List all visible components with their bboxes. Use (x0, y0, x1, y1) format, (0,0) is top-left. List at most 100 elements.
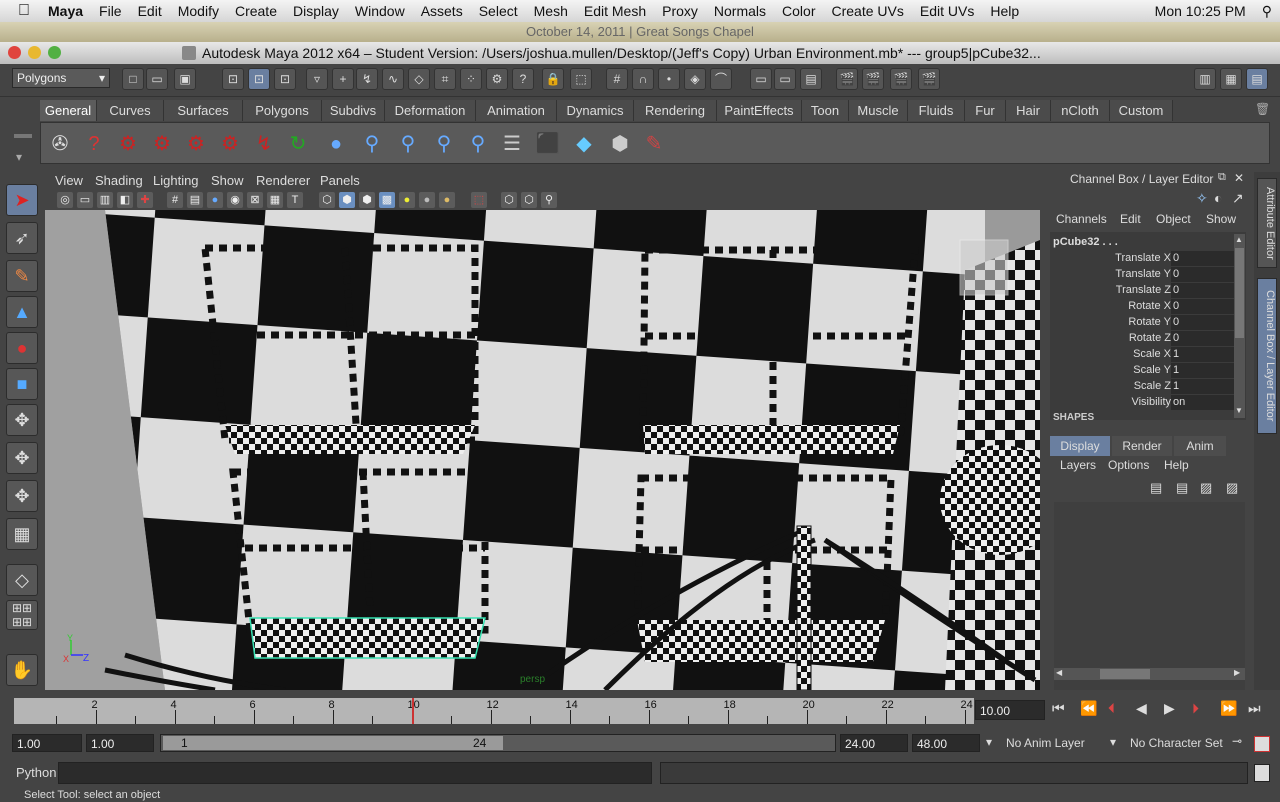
attr-scale-y[interactable]: Scale Y1 (1055, 363, 1237, 379)
new-layer-from-selected-icon[interactable]: ▨ (1226, 480, 1238, 496)
shelf-tab-muscle[interactable]: Muscle (849, 100, 908, 121)
shelf-tab-fluids[interactable]: Fluids (908, 100, 965, 121)
lasso-tool-icon[interactable]: ➶ (6, 222, 38, 254)
outliner-icon[interactable]: ☰ (497, 129, 527, 159)
trash-icon[interactable]: 🗑 (1255, 102, 1270, 118)
safe-title-icon[interactable]: T (287, 192, 303, 208)
mental-ray-icon[interactable]: ⚙ (113, 129, 143, 159)
script-language-toggle[interactable]: Python (16, 765, 56, 780)
minimize-window-button[interactable] (28, 46, 41, 59)
shelf-tab-painteffects[interactable]: PaintEffects (717, 100, 802, 121)
shelf-tab-polygons[interactable]: Polygons (243, 100, 322, 121)
anim-layer-label[interactable]: No Anim Layer (1006, 736, 1085, 750)
menu-select[interactable]: Select (471, 3, 526, 19)
ik-handle-icon[interactable]: ⚲ (393, 129, 423, 159)
construction-history-icon[interactable]: ▤ (800, 68, 822, 90)
high-quality-icon[interactable]: ● (439, 192, 455, 208)
center-pivot-icon[interactable]: ⬢ (605, 129, 635, 159)
tab-attribute-editor[interactable]: Attribute Editor (1257, 178, 1277, 268)
scroll-thumb[interactable] (1235, 248, 1244, 338)
viewport-menu-show[interactable]: Show (211, 173, 244, 188)
layers-menu[interactable]: Layers (1060, 458, 1096, 472)
sphere-icon[interactable]: ● (321, 129, 351, 159)
attr-rotate-z[interactable]: Rotate Z0 (1055, 331, 1237, 347)
command-input[interactable] (58, 762, 652, 784)
smooth-shade-icon[interactable]: ⬢ (339, 192, 355, 208)
snap-to-points-icon[interactable]: • (658, 68, 680, 90)
preferences-icon[interactable] (1254, 736, 1270, 752)
select-misc-icon[interactable]: ? (512, 68, 534, 90)
shelf-tab-curves[interactable]: Curves (97, 100, 164, 121)
manipulator-options-icon[interactable]: ✧ (1196, 190, 1208, 207)
xray-components-icon[interactable]: ⚲ (541, 192, 557, 208)
menu-proxy[interactable]: Proxy (654, 3, 706, 19)
select-camera-icon[interactable]: ◎ (57, 192, 73, 208)
shelf-tab-custom[interactable]: Custom (1110, 100, 1173, 121)
tab-anim[interactable]: Anim (1174, 436, 1226, 456)
tab-render[interactable]: Render (1112, 436, 1172, 456)
spotlight-search-icon[interactable]: ⚲ (1254, 3, 1280, 20)
shelf-tab-deformation[interactable]: Deformation (385, 100, 476, 121)
attr-rotate-x[interactable]: Rotate X0 (1055, 299, 1237, 315)
field-chart-icon[interactable]: ⊠ (247, 192, 263, 208)
resolution-gate-icon[interactable]: ● (207, 192, 223, 208)
channels-menu[interactable]: Channels (1056, 212, 1107, 226)
time-slider[interactable]: 2 4 6 8 10 12 14 16 18 20 22 24 10.00 ⏮ ⏪ ⏴ ◀ ▶ ⏵ ⏩… (0, 692, 1280, 728)
move-layer-up-icon[interactable]: ▤ (1150, 480, 1162, 496)
perspective-viewport[interactable]: Y Z X persp (45, 210, 1040, 690)
viewport-menu-panels[interactable]: Panels (320, 173, 360, 188)
shelf-tab-hair[interactable]: Hair (1006, 100, 1051, 121)
scroll-thumb[interactable] (1100, 669, 1150, 679)
select-tool-icon[interactable]: ➤ (6, 184, 38, 216)
show-channel-box-icon[interactable]: ▤ (1246, 68, 1268, 90)
viewport-menu-lighting[interactable]: Lighting (153, 173, 199, 188)
select-deformations-icon[interactable]: ⌗ (434, 68, 456, 90)
rotate-tool-icon[interactable]: ● (6, 332, 38, 364)
attr-value[interactable]: 0 (1171, 267, 1237, 282)
selection-mask-icon[interactable]: ▿ (306, 68, 328, 90)
bookmarks-icon[interactable]: ▥ (97, 192, 113, 208)
menu-normals[interactable]: Normals (706, 3, 774, 19)
snap-to-view-planes-icon[interactable]: ◈ (684, 68, 706, 90)
menu-help[interactable]: Help (982, 3, 1027, 19)
menu-create[interactable]: Create (227, 3, 285, 19)
safe-action-icon[interactable]: ▦ (267, 192, 283, 208)
menu-edit[interactable]: Edit (130, 3, 170, 19)
batch-render-icon[interactable]: ⚙ (147, 129, 177, 159)
range-slider-handle[interactable]: 1 24 (163, 736, 503, 750)
shelf-tab-surfaces[interactable]: Surfaces (164, 100, 243, 121)
attr-value[interactable]: 0 (1171, 299, 1237, 314)
menu-edit-mesh[interactable]: Edit Mesh (576, 3, 654, 19)
zoom-window-button[interactable] (48, 46, 61, 59)
tab-channel-box-layer-editor[interactable]: Channel Box / Layer Editor (1257, 278, 1277, 434)
script-editor-icon[interactable] (1254, 764, 1270, 782)
textured-icon[interactable]: ▩ (379, 192, 395, 208)
current-frame-field[interactable]: 10.00 (975, 700, 1045, 720)
select-by-component-type-icon[interactable]: ⊡ (274, 68, 296, 90)
go-to-start-icon[interactable]: ⏮ (1052, 700, 1065, 717)
film-reel-icon[interactable]: ✇ (45, 129, 75, 159)
shelf-tab-toon[interactable]: Toon (802, 100, 849, 121)
selected-object-name[interactable]: pCube32 . . . (1053, 236, 1118, 248)
menu-modify[interactable]: Modify (170, 3, 227, 19)
joint-icon[interactable]: ⚲ (357, 129, 387, 159)
attr-value[interactable]: 1 (1171, 347, 1237, 362)
show-attribute-editor-icon[interactable]: ▥ (1194, 68, 1216, 90)
tab-display[interactable]: Display (1050, 436, 1110, 456)
make-live-icon[interactable]: ⌒ (710, 68, 732, 90)
select-by-object-type-icon[interactable]: ⊡ (248, 68, 270, 90)
gate-mask-icon[interactable]: ◉ (227, 192, 243, 208)
xray-icon[interactable]: ⬡ (501, 192, 517, 208)
move-tool-icon[interactable]: ▲ (6, 296, 38, 328)
hyperbolic-options-icon[interactable]: ↗ (1232, 190, 1244, 207)
select-curves-icon[interactable]: ∿ (382, 68, 404, 90)
attr-value[interactable]: 0 (1171, 283, 1237, 298)
menu-mesh[interactable]: Mesh (526, 3, 576, 19)
attr-value[interactable]: 0 (1171, 331, 1237, 346)
time-ruler[interactable]: 2 4 6 8 10 12 14 16 18 20 22 24 (14, 698, 974, 724)
film-gate-icon[interactable]: ▤ (187, 192, 203, 208)
menu-color[interactable]: Color (774, 3, 823, 19)
range-slider[interactable]: 1 24 (160, 734, 836, 752)
shapes-section-label[interactable]: SHAPES (1053, 412, 1094, 420)
viewport-menu-renderer[interactable]: Renderer (256, 173, 310, 188)
